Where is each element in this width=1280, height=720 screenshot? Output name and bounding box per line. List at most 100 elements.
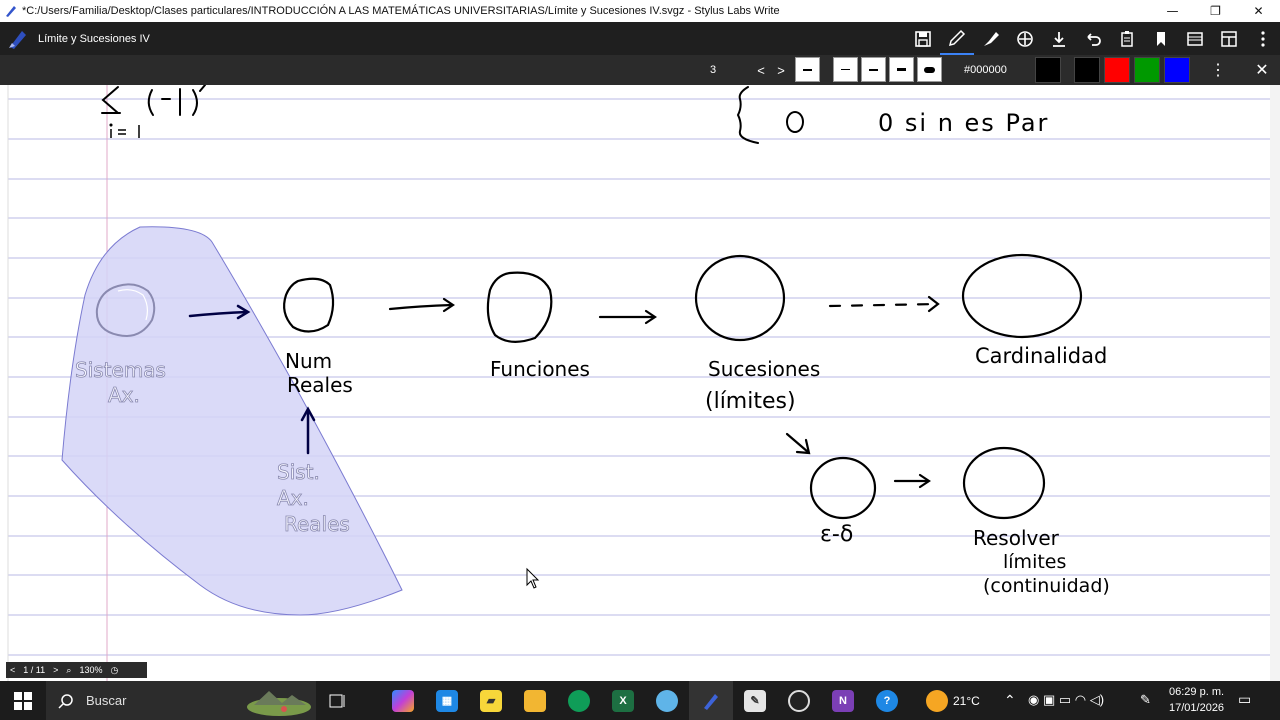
chevron-right-icon[interactable]: > bbox=[772, 59, 790, 81]
limites2-label: límites bbox=[1003, 551, 1066, 573]
sucesiones-label: Sucesiones bbox=[708, 357, 820, 381]
prev-page-icon[interactable]: < bbox=[6, 665, 19, 675]
sticky-notes-icon[interactable]: ▰ bbox=[469, 681, 513, 720]
main-toolbar: Límite y Sucesiones IV bbox=[0, 22, 1280, 55]
calendar-icon[interactable]: ▦ bbox=[425, 681, 469, 720]
taskbar-search[interactable]: Buscar bbox=[46, 681, 316, 720]
clock-time[interactable]: 06:29 p. m. bbox=[1169, 686, 1224, 698]
arrow-sucesiones-to-eps-delta bbox=[785, 432, 811, 455]
layout-icon[interactable] bbox=[1212, 22, 1246, 55]
page-setup-icon[interactable] bbox=[1178, 22, 1212, 55]
sigma-sum bbox=[101, 84, 206, 116]
resolver-label: Resolver bbox=[973, 526, 1060, 550]
pan-icon[interactable] bbox=[1008, 22, 1042, 55]
pen-icon[interactable] bbox=[940, 22, 974, 55]
color-swatch-blue[interactable] bbox=[1164, 57, 1190, 83]
window-controls: — ❐ ✕ bbox=[1151, 0, 1280, 22]
arrow-reales-to-funciones bbox=[388, 297, 455, 313]
tray-chevron-icon[interactable]: ⌃ bbox=[1004, 692, 1016, 709]
file-explorer-icon[interactable] bbox=[513, 681, 557, 720]
arrow-funciones-to-sucesiones bbox=[598, 309, 657, 325]
current-color-swatch[interactable] bbox=[1035, 57, 1061, 83]
search-icon bbox=[58, 693, 73, 709]
pen-width-dropdown[interactable] bbox=[795, 57, 820, 82]
task-view-icon[interactable] bbox=[316, 681, 360, 720]
color-hex-field[interactable]: #000000 bbox=[960, 59, 1032, 81]
more-icon[interactable] bbox=[1246, 22, 1280, 55]
save-icon[interactable] bbox=[906, 22, 940, 55]
onenote-icon[interactable]: N bbox=[821, 681, 865, 720]
temperature[interactable]: 21°C bbox=[953, 694, 980, 708]
num-label: Num bbox=[285, 349, 332, 373]
pen-size-field[interactable]: 3 bbox=[704, 59, 752, 81]
pen-width-2[interactable] bbox=[861, 57, 886, 82]
excel-icon[interactable]: X bbox=[601, 681, 645, 720]
next-page-icon[interactable]: > bbox=[49, 665, 62, 675]
reales-circle bbox=[283, 277, 335, 333]
notifications-icon[interactable]: ▭ bbox=[1238, 691, 1251, 708]
search-placeholder: Buscar bbox=[86, 693, 127, 708]
notes-canvas[interactable]: 0 si n es Par Sistemas Ax. Num Reales Si… bbox=[0, 84, 1280, 681]
clock-icon[interactable]: ◷ bbox=[106, 665, 122, 676]
ax-label: Ax. bbox=[108, 383, 140, 407]
continuidad-label: (continuidad) bbox=[983, 575, 1110, 597]
funciones-label: Funciones bbox=[490, 357, 590, 381]
help-icon[interactable]: ? bbox=[865, 681, 909, 720]
brace-text: 0 si n es Par bbox=[878, 109, 1049, 137]
pen-width-4[interactable] bbox=[917, 57, 942, 82]
pen-width-1[interactable] bbox=[833, 57, 858, 82]
limites-label: (límites) bbox=[705, 389, 796, 414]
copilot-icon[interactable] bbox=[381, 681, 425, 720]
undo-icon[interactable] bbox=[1076, 22, 1110, 55]
search-highlight-image bbox=[247, 691, 311, 716]
minimize-button[interactable]: — bbox=[1151, 0, 1194, 22]
sist-ax-label: Ax. bbox=[277, 486, 309, 510]
stylus-write-window: *C:/Users/Familia/Desktop/Clases particu… bbox=[0, 0, 1280, 720]
close-toolbar-icon[interactable]: ✕ bbox=[1247, 55, 1277, 85]
obs-icon[interactable] bbox=[777, 681, 821, 720]
color-swatch-red[interactable] bbox=[1104, 57, 1130, 83]
edge-icon[interactable] bbox=[557, 681, 601, 720]
sist-reales-label: Reales bbox=[284, 512, 350, 536]
write-app-icon bbox=[0, 0, 22, 22]
notepad-icon[interactable]: ✎ bbox=[733, 681, 777, 720]
insert-space-icon[interactable] bbox=[1042, 22, 1076, 55]
paint-icon[interactable] bbox=[645, 681, 689, 720]
page-indicator: 1 / 11 bbox=[23, 665, 46, 675]
handwriting-layer: 0 si n es Par Sistemas Ax. Num Reales Si… bbox=[7, 84, 1270, 681]
toolbar-icons bbox=[906, 22, 1280, 55]
vertical-scrollbar[interactable] bbox=[1270, 85, 1280, 681]
windows-taskbar: Buscar ▦ ▰ X ✎ N ? 21°C ⌃ ◉ ▣ ▭ ◠ ◁) ✎ 0… bbox=[0, 681, 1280, 720]
zoom-icon[interactable]: ⌕ bbox=[62, 665, 75, 676]
reales-label: Reales bbox=[287, 373, 353, 397]
arrow-eps-delta-to-resolver bbox=[893, 473, 931, 489]
write-icon[interactable] bbox=[689, 681, 733, 720]
funciones-circle bbox=[486, 271, 553, 343]
write-logo-icon bbox=[9, 30, 26, 49]
chevron-left-icon[interactable]: < bbox=[752, 59, 770, 81]
eps-delta-circle bbox=[809, 456, 877, 520]
restore-button[interactable]: ❐ bbox=[1194, 0, 1237, 22]
eps-delta-label: ε-δ bbox=[820, 522, 853, 547]
clipboard-icon[interactable] bbox=[1110, 22, 1144, 55]
color-swatch-green[interactable] bbox=[1134, 57, 1160, 83]
cardinalidad-label: Cardinalidad bbox=[975, 344, 1107, 368]
highlighter-icon[interactable] bbox=[974, 22, 1008, 55]
resolver-circle bbox=[962, 446, 1046, 520]
tray-icons[interactable]: ◉ ▣ ▭ ◠ ◁) bbox=[1028, 692, 1104, 708]
color-swatch-black[interactable] bbox=[1074, 57, 1100, 83]
pen-tray-icon[interactable]: ✎ bbox=[1140, 692, 1151, 708]
highlight-region bbox=[61, 226, 403, 616]
sigma-index bbox=[109, 123, 140, 138]
mouse-cursor-icon bbox=[526, 567, 540, 589]
pen-menu-icon[interactable]: ⋮ bbox=[1203, 55, 1233, 85]
title-bar: *C:/Users/Familia/Desktop/Clases particu… bbox=[0, 0, 1280, 22]
close-button[interactable]: ✕ bbox=[1237, 0, 1280, 22]
bookmark-icon[interactable] bbox=[1144, 22, 1178, 55]
cardinalidad-circle bbox=[961, 253, 1083, 339]
sist-label: Sist. bbox=[277, 460, 320, 484]
clock-date[interactable]: 17/01/2026 bbox=[1169, 702, 1224, 714]
windows-start-icon[interactable] bbox=[0, 681, 46, 720]
brace-condition bbox=[736, 86, 804, 144]
pen-width-3[interactable] bbox=[889, 57, 914, 82]
